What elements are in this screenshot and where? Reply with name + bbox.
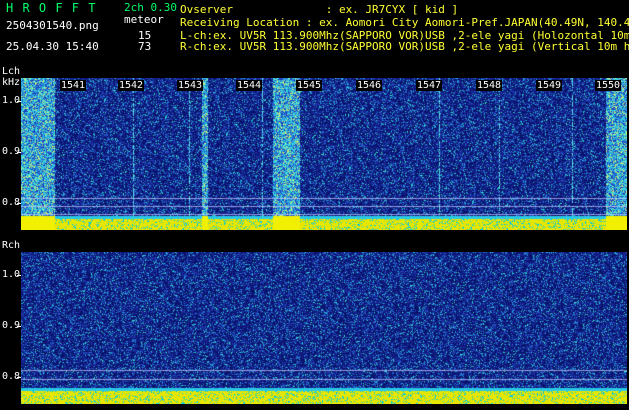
location-info: Receiving Location : ex. Aomori City Aom… xyxy=(180,16,629,29)
minute-label: 1545 xyxy=(296,80,323,91)
lch-spectrogram xyxy=(21,78,627,230)
meteor-label: meteor xyxy=(124,13,164,26)
minute-label: 1541 xyxy=(60,80,87,91)
app-logo: H R O F F T xyxy=(6,1,97,15)
rch-meteor-count: 73 xyxy=(138,40,152,53)
minute-label: 1547 xyxy=(416,80,443,91)
minute-label: 1549 xyxy=(536,80,563,91)
lch-label: Lch xyxy=(2,66,21,77)
rch-spectrogram xyxy=(21,252,627,404)
minute-label: 1550 xyxy=(595,80,622,91)
observer-info: Ovserver : ex. JR7CYX [ kid ] xyxy=(180,3,459,16)
minute-label: 1548 xyxy=(476,80,503,91)
rch-info: R-ch:ex. UV5R 113.900Mhz(SAPPORO VOR)USB… xyxy=(180,41,629,53)
lch-unit-label: kHz xyxy=(2,77,21,88)
minute-label: 1546 xyxy=(356,80,383,91)
minute-label: 1544 xyxy=(236,80,263,91)
minute-label: 1542 xyxy=(118,80,145,91)
minute-label: 1543 xyxy=(177,80,204,91)
date-time: 25.04.30 15:40 xyxy=(6,40,99,53)
file-name: 2504301540.png xyxy=(6,19,99,32)
rch-label: Rch xyxy=(2,240,21,251)
